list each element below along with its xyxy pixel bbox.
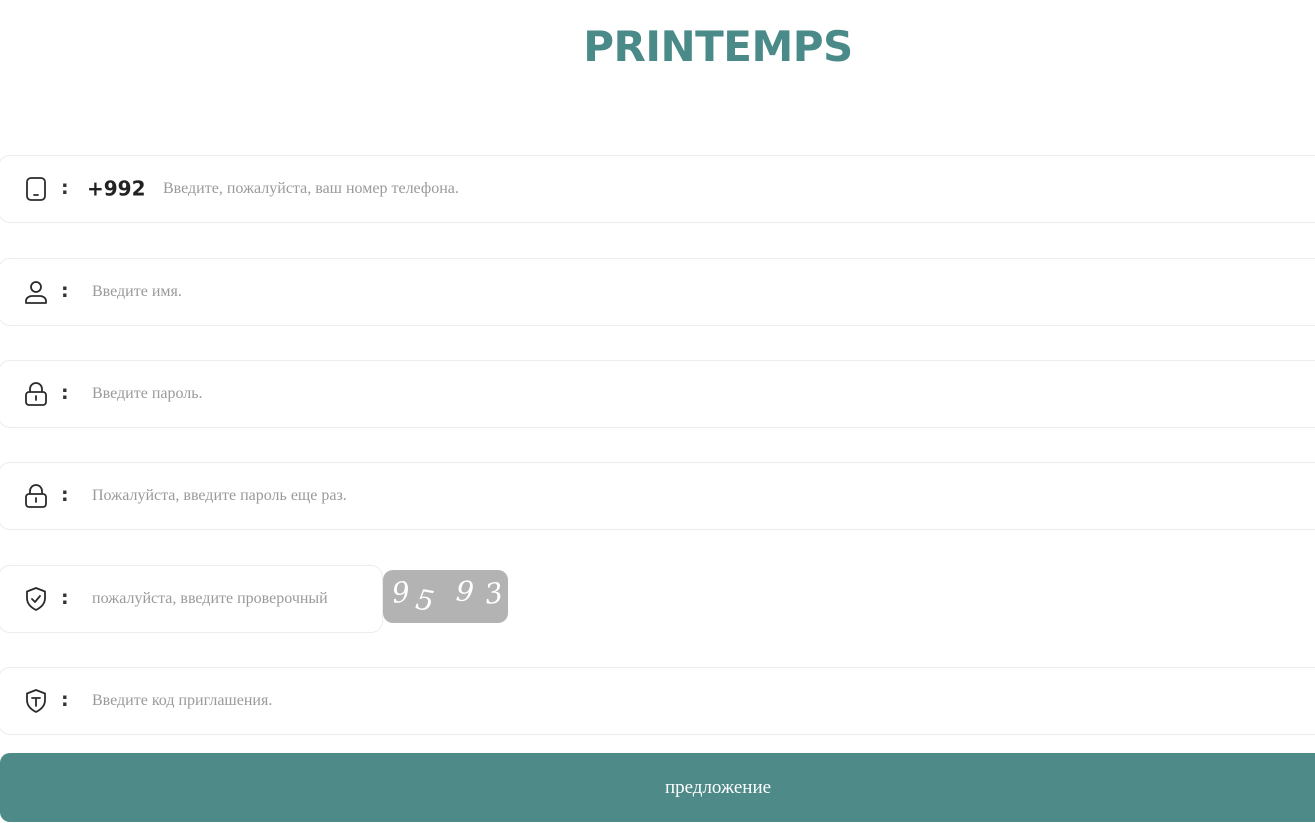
shield-t-icon xyxy=(23,688,49,714)
submit-button-label: предложение xyxy=(664,776,772,798)
password-colon: : xyxy=(61,382,69,405)
captcha-digit: 9 xyxy=(390,575,412,610)
lock-icon xyxy=(23,381,49,407)
password-repeat-colon: : xyxy=(61,484,69,507)
name-field[interactable]: : xyxy=(0,258,1315,326)
name-colon: : xyxy=(61,280,69,303)
password-input[interactable] xyxy=(92,379,1262,409)
invite-colon: : xyxy=(61,689,69,712)
phone-field[interactable]: : +992 xyxy=(0,155,1315,223)
password-repeat-input[interactable] xyxy=(92,481,1262,511)
lock-icon xyxy=(23,483,49,509)
password-repeat-field[interactable]: : xyxy=(0,462,1315,530)
captcha-image[interactable]: 9 5 9 3 xyxy=(383,570,508,623)
user-icon xyxy=(23,279,49,305)
submit-button[interactable]: предложение xyxy=(0,753,1315,822)
captcha-digit: 5 xyxy=(413,582,437,619)
verification-input[interactable] xyxy=(92,584,377,614)
captcha-digit: 3 xyxy=(482,575,506,612)
phone-country-code: +992 xyxy=(87,176,146,201)
verification-colon: : xyxy=(61,587,69,610)
invite-code-input[interactable] xyxy=(92,686,1262,716)
phone-icon xyxy=(23,176,49,202)
phone-input[interactable] xyxy=(163,174,1263,204)
invite-code-field[interactable]: : xyxy=(0,667,1315,735)
password-field[interactable]: : xyxy=(0,360,1315,428)
name-input[interactable] xyxy=(92,277,1262,307)
brand-logo: PRINTEMPS xyxy=(583,22,853,71)
verification-field[interactable]: : xyxy=(0,565,383,633)
shield-check-icon xyxy=(23,586,49,612)
registration-page: PRINTEMPS : +992 : xyxy=(0,0,1315,823)
phone-colon: : xyxy=(61,177,69,200)
captcha-digit: 9 xyxy=(454,574,475,609)
